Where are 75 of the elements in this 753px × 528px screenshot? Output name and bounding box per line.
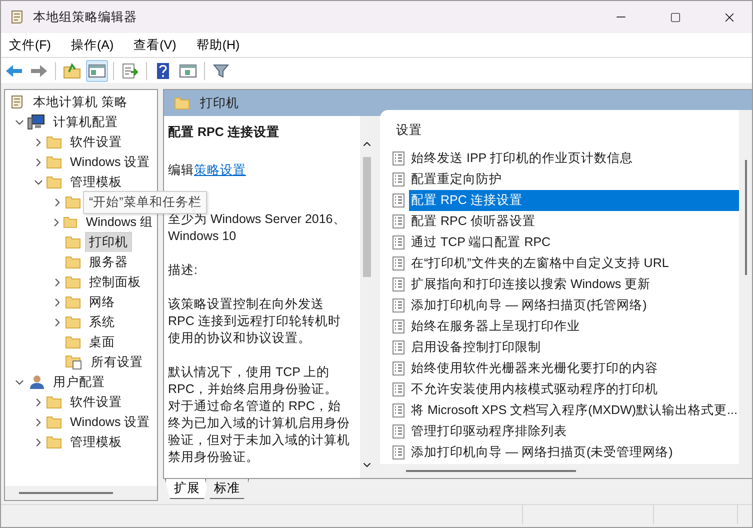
scrollbar-thumb[interactable]: [363, 157, 371, 277]
policy-icon: [392, 403, 406, 418]
policy-icon: [392, 298, 406, 313]
folder-icon: [65, 195, 81, 209]
policy-icon: [392, 256, 406, 271]
folder-icon: [46, 175, 62, 189]
folder-icon: [46, 135, 62, 149]
back-arrow-icon[interactable]: [5, 64, 23, 78]
menu-item[interactable]: 查看(V): [128, 34, 182, 56]
folder-icon: [65, 315, 81, 329]
policy-icon: [392, 382, 406, 397]
view-tab[interactable]: 标准: [205, 479, 249, 499]
folder-icon: [63, 215, 78, 229]
setting-item[interactable]: 配置 RPC 连接设置: [409, 190, 740, 211]
scrollbar-thumb[interactable]: [406, 470, 576, 472]
setting-item[interactable]: 添加打印机向导 — 网络扫描页(未受管理网络): [409, 442, 740, 463]
folder-icon: [46, 155, 62, 169]
user-icon: [27, 374, 45, 390]
scrollbar-thumb[interactable]: [19, 492, 113, 494]
setting-item[interactable]: 不允许安装使用内核模式驱动程序的打印机: [409, 379, 740, 400]
policy-icon: [392, 445, 406, 460]
setting-item[interactable]: 将 Microsoft XPS 文档写入程序(MXDW)默认输出格式更...: [409, 400, 740, 421]
folder-icon: [65, 235, 81, 249]
settings-folder-icon: [65, 354, 83, 370]
window-title: 本地组策略编辑器: [33, 8, 138, 26]
setting-item[interactable]: 配置重定向防护: [409, 169, 740, 190]
folder-icon: [46, 435, 62, 449]
setting-item[interactable]: 添加打印机向导 — 网络扫描页(托管网络): [409, 295, 740, 316]
folder-icon: [46, 415, 62, 429]
menu-item[interactable]: 操作(A): [64, 34, 120, 56]
scrollbar-thumb[interactable]: [745, 160, 748, 275]
description-text: 描述:: [168, 262, 198, 279]
description-text: 默认情况下，使用 TCP 上的 RPC，并始终启用身份验证。对于通过命名管道的 RPC，始终为已加入域的计算机启用身份验证，但对于未加入域的计算机禁用身份验证。: [168, 364, 350, 466]
setting-item[interactable]: 始终在服务器上呈现打印作业: [409, 316, 740, 337]
folder-icon: [46, 395, 62, 409]
setting-item[interactable]: 始终发送 IPP 打印机的作业页计数信息: [409, 148, 740, 169]
policy-icon: [392, 235, 406, 250]
forward-arrow-icon[interactable]: [30, 64, 48, 78]
policy-icon: [392, 424, 406, 439]
menu-item[interactable]: 帮助(H): [190, 34, 246, 56]
menu-item[interactable]: 文件(F): [3, 34, 57, 56]
setting-item[interactable]: 通过 TCP 端口配置 RPC: [409, 232, 740, 253]
policy-icon: [392, 151, 406, 166]
policy-icon: [392, 361, 406, 376]
policy-icon: [392, 172, 406, 187]
setting-item[interactable]: 始终使用软件光栅器来光栅化要打印的内容: [409, 358, 740, 379]
folder-icon: [65, 335, 81, 349]
folder-icon: [65, 295, 81, 309]
policy-icon: [9, 94, 25, 110]
edit-policy-text: 编辑策略设置: [168, 162, 247, 179]
description-text: 该策略设置控制在向外发送 RPC 连接到远程打印轮转机时使用的协议和协议设置。: [168, 296, 342, 347]
policy-icon: [392, 340, 406, 355]
policy-icon: [9, 9, 25, 25]
tooltip: “开始”菜单和任务栏: [83, 191, 208, 214]
tree-item[interactable]: 打印机: [85, 232, 132, 252]
setting-item[interactable]: 在“打印机”文件夹的左窗格中自定义支持 URL: [409, 253, 740, 274]
policy-title: 配置 RPC 连接设置: [168, 124, 280, 141]
policy-icon: [392, 277, 406, 292]
pane-title: 打印机: [200, 94, 239, 112]
column-header[interactable]: 设置: [392, 122, 740, 148]
policy-icon: [392, 214, 406, 229]
folder-icon: [174, 96, 190, 110]
folder-icon: [65, 255, 81, 269]
policy-icon: [392, 319, 406, 334]
setting-item[interactable]: 扩展指向和打印连接以搜索 Windows 更新: [409, 274, 740, 295]
help-icon[interactable]: [156, 62, 170, 80]
edit-policy-link[interactable]: 策略设置: [194, 163, 246, 177]
maximize-icon[interactable]: [670, 12, 680, 22]
computer-icon: [27, 114, 45, 130]
setting-item[interactable]: 管理打印驱动程序排除列表: [409, 421, 740, 442]
view-tab[interactable]: 扩展: [165, 479, 209, 499]
policy-icon: [392, 193, 406, 208]
setting-item[interactable]: 启用设备控制打印限制: [409, 337, 740, 358]
folder-icon: [65, 275, 81, 289]
setting-item[interactable]: 配置 RPC 侦听器设置: [409, 211, 740, 232]
